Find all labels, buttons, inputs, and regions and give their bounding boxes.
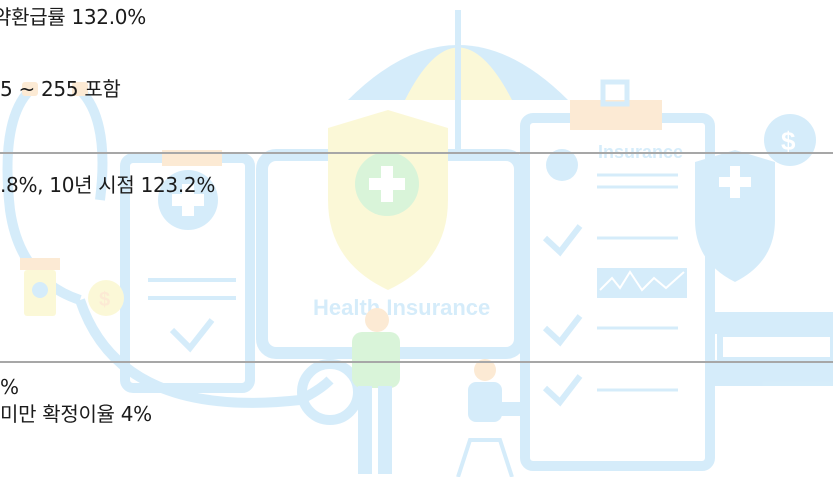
pill-bottle-icon xyxy=(20,258,60,316)
range-text: 5 ~ 255 포함 xyxy=(0,77,121,101)
illustration-caption: Health Insurance xyxy=(313,295,490,320)
shield-icon xyxy=(328,110,448,290)
clipboard-large-icon: Insurance xyxy=(520,79,715,471)
svg-text:$: $ xyxy=(99,289,110,311)
refund-rate-text: 약환급률 132.0% xyxy=(0,5,146,29)
percent-text: % xyxy=(0,375,19,399)
person-standing-icon xyxy=(352,308,400,474)
dollar-coin-icon: $ xyxy=(764,114,816,166)
books-icon xyxy=(706,312,833,386)
divider-top xyxy=(0,152,833,154)
fixed-rate-text: 미만 확정이율 4% xyxy=(0,402,152,426)
ten-year-rate-text: .8%, 10년 시점 123.2% xyxy=(0,173,216,197)
person-sitting-icon xyxy=(456,359,524,477)
coin-icon: $ xyxy=(88,280,124,316)
divider-bottom xyxy=(0,361,833,363)
